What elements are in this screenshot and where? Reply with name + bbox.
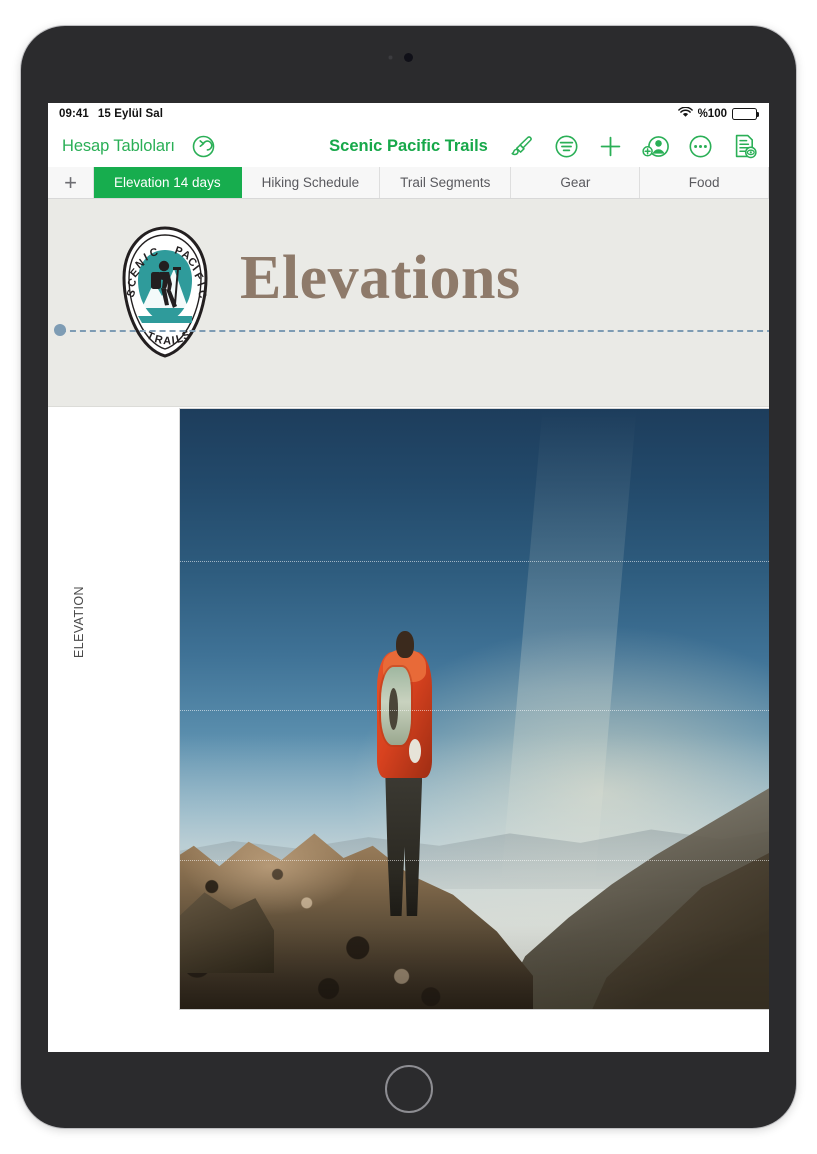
sheet-tab-bar: + Elevation 14 days Hiking Schedule Trai… [48, 167, 769, 199]
gridline-7500 [180, 561, 769, 562]
front-camera [404, 53, 413, 62]
undo-circle-icon[interactable] [192, 135, 215, 158]
svg-text:C: C [195, 289, 209, 300]
elevation-chart[interactable]: ELEVATION 10.000 7.500 5.000 2.500 [48, 408, 769, 1052]
status-time: 09:41 [59, 108, 89, 120]
gridline-5000 [180, 710, 769, 711]
hiker-head [395, 631, 414, 658]
toolbar-icon-group [510, 133, 757, 159]
ipad-device-frame: 09:41 15 Eylül Sal %100 Hesap Tabloları [21, 26, 796, 1128]
present-document-icon[interactable] [732, 133, 757, 159]
format-brush-icon[interactable] [510, 134, 535, 159]
sheet-tab-trail-segments[interactable]: Trail Segments [380, 167, 512, 198]
sheet-tab-label: Gear [560, 175, 591, 190]
more-ellipsis-icon[interactable] [688, 134, 713, 159]
sheet-tab-label: Food [688, 175, 720, 190]
sheet-tab-label: Hiking Schedule [261, 175, 360, 190]
wifi-icon [677, 106, 693, 121]
sheet-tab-hiking-schedule[interactable]: Hiking Schedule [241, 167, 381, 198]
sheet-tab-label: Trail Segments [400, 175, 491, 190]
chart-plot-area[interactable] [179, 408, 769, 1010]
y-axis-label: ELEVATION [72, 586, 86, 658]
sheet-title-elevations[interactable]: Elevations [240, 243, 521, 314]
spreadsheet-canvas[interactable]: S C E N I C P A C I F I C T R A I L S El… [48, 199, 769, 1052]
status-bar: 09:41 15 Eylül Sal %100 [48, 103, 769, 125]
home-button[interactable] [384, 1065, 433, 1113]
back-to-spreadsheets-button[interactable]: Hesap Tabloları [62, 137, 175, 156]
sheet-header-band: S C E N I C P A C I F I C T R A I L S El… [48, 199, 769, 407]
screen: 09:41 15 Eylül Sal %100 Hesap Tabloları [48, 103, 769, 1052]
hiker-figure [360, 625, 448, 925]
sheet-tab-gear[interactable]: Gear [511, 167, 641, 198]
hiker-summit-photograph [180, 409, 769, 1009]
add-sheet-button[interactable]: + [48, 167, 94, 198]
battery-full-icon [732, 108, 760, 120]
status-date: 15 Eylül Sal [97, 108, 164, 120]
sheet-tab-label: Elevation 14 days [114, 175, 221, 190]
format-menu-icon[interactable] [554, 134, 579, 159]
gridline-2500 [180, 860, 769, 861]
add-collaborator-icon[interactable] [642, 134, 669, 159]
selection-dashed-line [60, 330, 769, 332]
hiker-legs [385, 772, 423, 916]
insert-plus-icon[interactable] [598, 134, 623, 159]
status-right-cluster: %100 [677, 106, 760, 121]
sheet-tab-food[interactable]: Food [640, 167, 769, 198]
bottom-shadow [180, 925, 769, 1009]
app-toolbar: Hesap Tabloları Scenic Pacific Trails [48, 125, 769, 167]
sheet-tab-elevation-14-days[interactable]: Elevation 14 days [94, 167, 242, 198]
scenic-pacific-trails-badge: S C E N I C P A C I F I C T R A I L S [102, 222, 228, 362]
battery-percent-label: %100 [697, 108, 727, 120]
